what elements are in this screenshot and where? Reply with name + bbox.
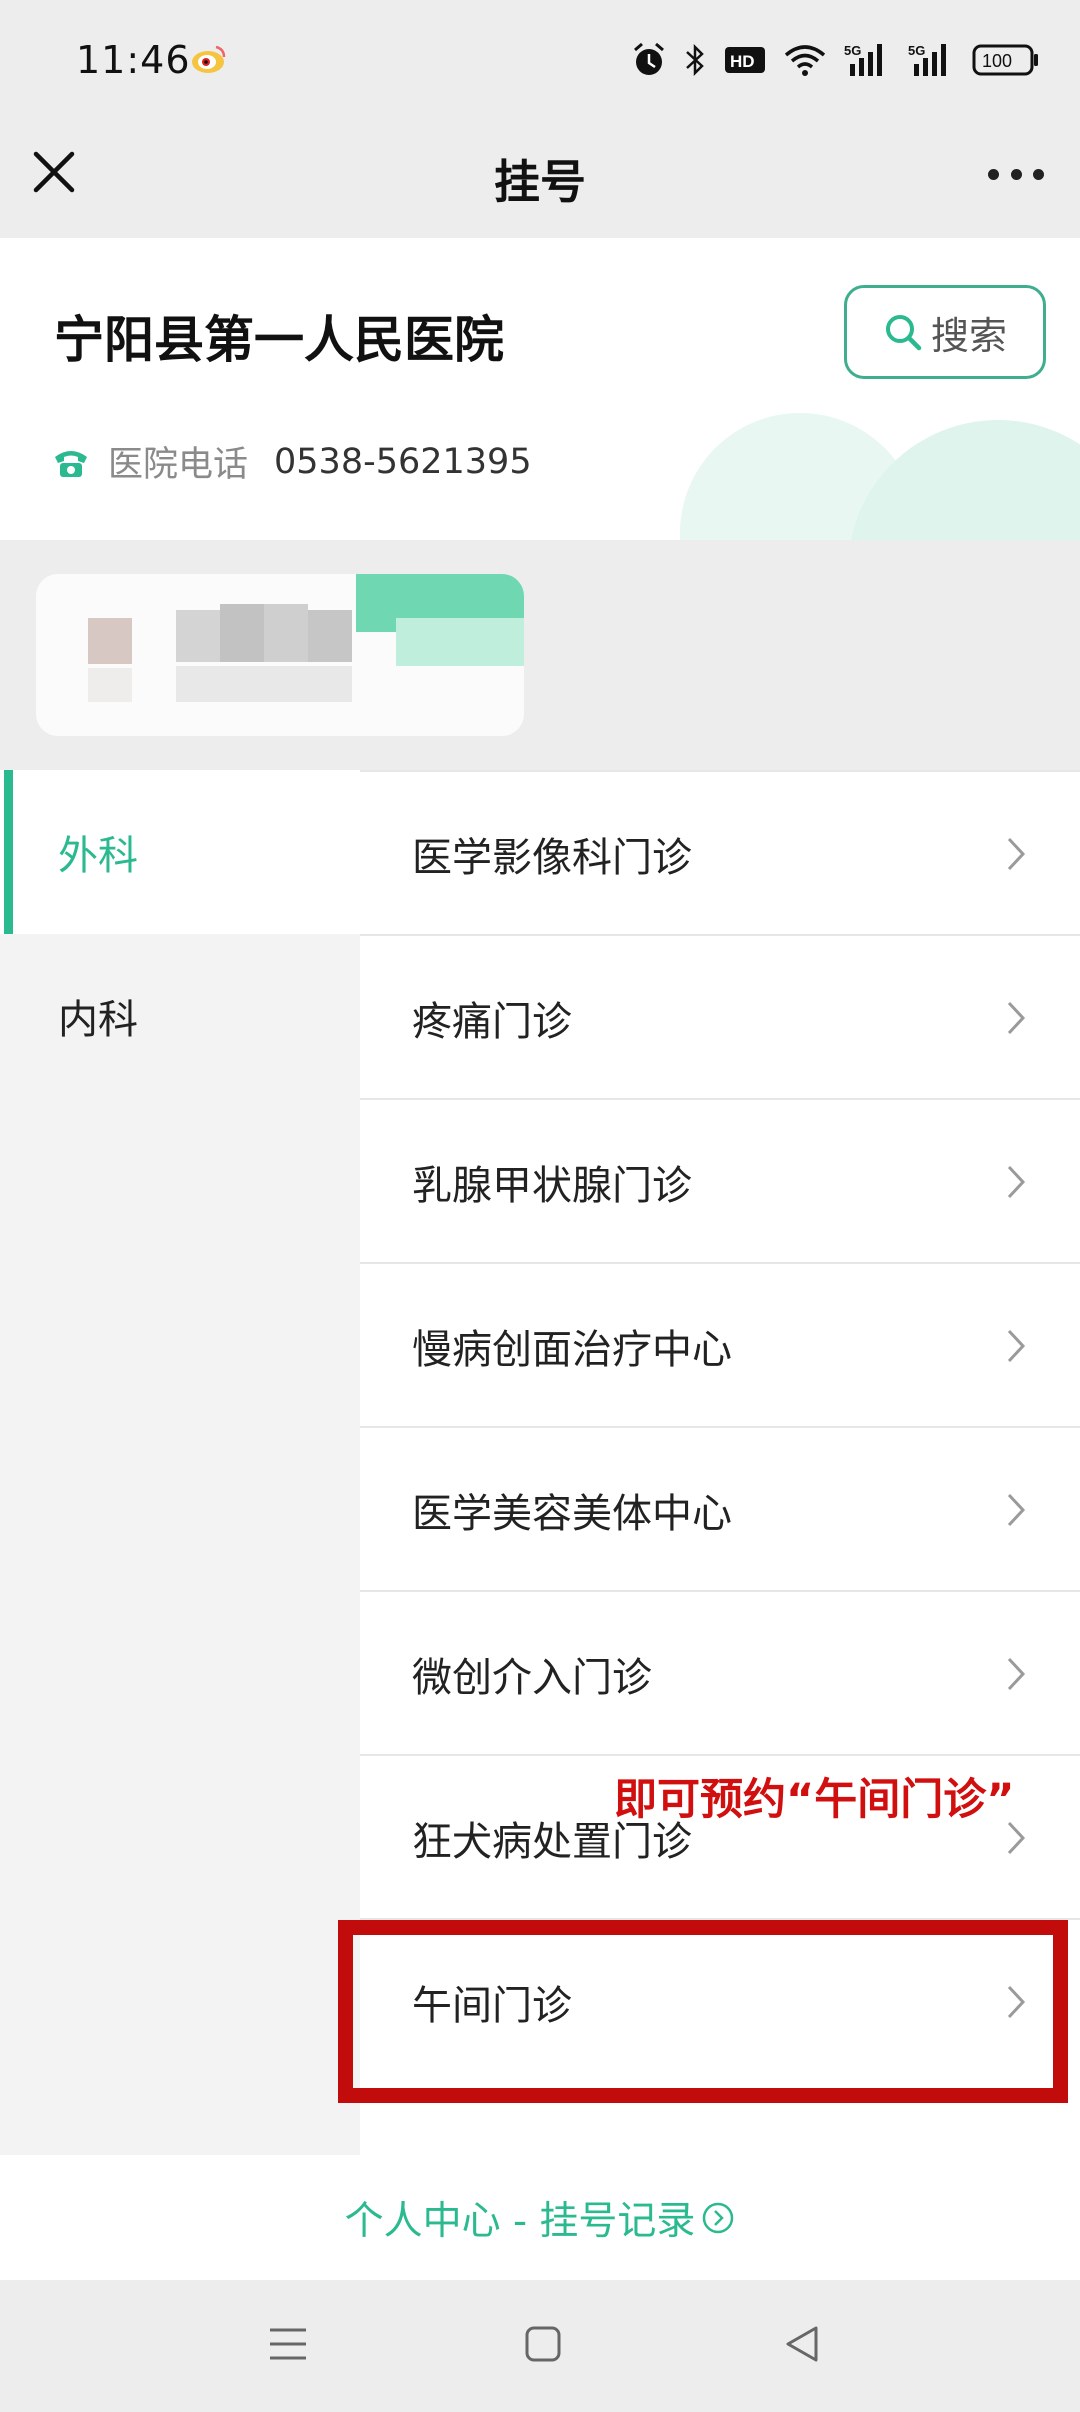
decorative-bubble — [848, 420, 1080, 540]
chevron-right-icon — [1007, 837, 1026, 871]
sidebar-item-surgery[interactable]: 外科 — [0, 770, 360, 934]
hospital-name: 宁阳县第一人民医院 — [54, 311, 504, 369]
search-icon — [885, 315, 922, 351]
chevron-right-icon — [1007, 1493, 1026, 1527]
svg-text:5G: 5G — [908, 43, 925, 58]
alarm-icon — [634, 42, 664, 75]
footer-bar: 个人中心 - 挂号记录 — [0, 2155, 1080, 2280]
department-label: 医学美容美体中心 — [412, 1491, 732, 1537]
list-item[interactable]: 乳腺甲状腺门诊 — [360, 1098, 1080, 1262]
status-time: 11:46 — [76, 38, 191, 82]
chevron-right-icon — [1007, 1165, 1026, 1199]
search-label: 搜索 — [930, 313, 1007, 358]
chevron-right-icon — [1007, 1329, 1026, 1363]
battery-icon: 100 — [972, 44, 1038, 76]
chevron-right-icon — [1007, 1001, 1026, 1035]
list-item[interactable]: 疼痛门诊 — [360, 934, 1080, 1098]
system-icons: HD 5G 5G 100 — [632, 40, 1040, 80]
page-title: 挂号 — [494, 155, 586, 209]
department-label: 疼痛门诊 — [412, 999, 572, 1045]
battery-level: 100 — [982, 51, 1012, 71]
annotation-text: 即可预约“午间门诊” — [614, 1775, 1015, 1825]
chevron-right-icon — [1007, 1657, 1026, 1691]
signal-5g-icon: 5G — [908, 43, 946, 76]
list-item[interactable]: 医学影像科门诊 — [360, 770, 1080, 934]
system-nav-bar — [0, 2280, 1080, 2412]
department-label: 慢病创面治疗中心 — [412, 1327, 732, 1373]
department-sidebar: 外科 内科 — [0, 770, 360, 2155]
back-icon[interactable] — [782, 2324, 822, 2364]
patient-card-obscured[interactable] — [36, 574, 524, 736]
more-options-icon[interactable] — [988, 158, 1044, 190]
signal-5g-icon: 5G — [844, 43, 882, 76]
wifi-icon — [784, 45, 826, 76]
hospital-card: 宁阳县第一人民医院 搜索 医院电话 0538-5621395 — [0, 238, 1080, 540]
department-label: 乳腺甲状腺门诊 — [412, 1163, 692, 1209]
menu-icon[interactable] — [268, 2324, 308, 2364]
phone-icon — [55, 450, 87, 477]
list-item[interactable]: 医学美容美体中心 — [360, 1426, 1080, 1590]
sidebar-item-label: 内科 — [58, 997, 138, 1043]
phone-label: 医院电话 — [108, 445, 249, 485]
nav-bar: 挂号 — [0, 128, 1080, 238]
department-label: 微创介入门诊 — [412, 1655, 652, 1701]
active-indicator — [4, 770, 13, 934]
hospital-phone-row[interactable]: 医院电话 0538-5621395 — [52, 436, 532, 487]
weibo-icon — [192, 45, 226, 73]
list-item[interactable]: 慢病创面治疗中心 — [360, 1262, 1080, 1426]
chevron-circle-right-icon[interactable] — [701, 2201, 735, 2235]
sidebar-item-label: 外科 — [58, 833, 138, 879]
phone-number: 0538-5621395 — [274, 441, 532, 482]
svg-text:5G: 5G — [844, 43, 861, 58]
search-button[interactable]: 搜索 — [844, 285, 1046, 379]
bluetooth-icon — [686, 43, 704, 77]
svg-text:HD: HD — [730, 52, 755, 71]
list-item[interactable]: 微创介入门诊 — [360, 1590, 1080, 1754]
hd-icon: HD — [725, 47, 765, 73]
department-label: 医学影像科门诊 — [412, 835, 692, 881]
status-bar: 11:46 HD 5G 5G 100 — [0, 0, 1080, 128]
highlight-box — [338, 1920, 1068, 2103]
sidebar-item-internal-medicine[interactable]: 内科 — [0, 934, 360, 1098]
home-icon[interactable] — [524, 2324, 562, 2364]
registration-records-link[interactable]: 个人中心 - 挂号记录 — [345, 2190, 696, 2246]
patient-section — [0, 540, 1080, 770]
